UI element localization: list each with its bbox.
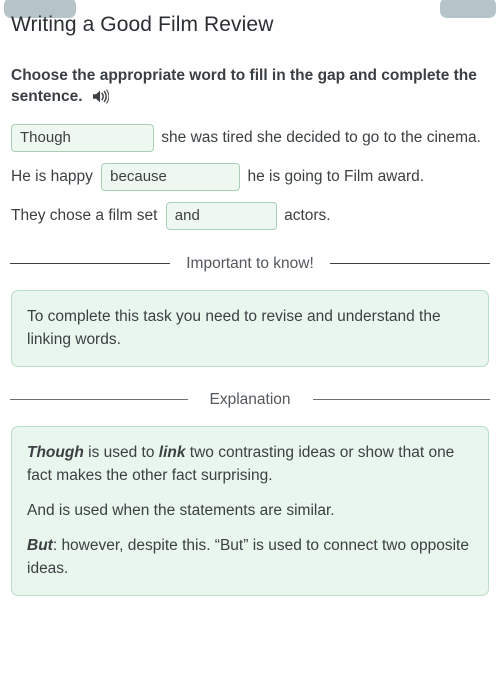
sentence-2-after: he is going to Film award. [243,168,425,185]
gap-fill-sentences: she was tired she decided to go to the c… [9,123,491,231]
lesson-page: Writing a Good Film Review Choose the ap… [0,12,500,596]
sentence-1: she was tired she decided to go to the c… [11,123,489,153]
instruction-text: Choose the appropriate word to fill in t… [11,67,477,105]
divider-rule-right [329,263,491,264]
sentence-3: They chose a film set actors. [11,201,489,231]
explanation-lead-1: Though [27,444,84,461]
explanation-divider-caption: Explanation [209,391,291,408]
explanation-rest-a-1: is used to [83,444,159,461]
explanation-lead-3: But [27,537,53,554]
explanation-paragraph-1: Though is used to link two contrasting i… [27,441,473,487]
explanation-rest-a-2: And is used when the statements are simi… [27,502,335,519]
explanation-rule-left [10,399,188,400]
explanation-rest-a-3: : however, despite this. “But” is used t… [27,537,469,577]
important-divider-caption: Important to know! [186,255,314,272]
sentence-3-after: actors. [279,207,331,224]
divider-rule-left [10,263,171,264]
explanation-callout: Though is used to link two contrasting i… [11,426,489,596]
important-callout-text: To complete this task you need to revise… [27,308,441,348]
gap-input-3[interactable] [165,201,277,230]
explanation-paragraph-3: But: however, despite this. “But” is use… [27,534,473,580]
explanation-divider: Explanation [9,389,491,410]
sentence-2: He is happy he is going to Film award. [11,162,489,192]
important-divider: Important to know! [9,253,491,274]
explanation-emph-1: link [158,444,186,461]
instruction-block: Choose the appropriate word to fill in t… [11,65,479,107]
gap-input-1[interactable] [11,123,154,152]
explanation-rule-right [312,399,491,400]
page-title: Writing a Good Film Review [11,13,274,36]
sentence-3-before: They chose a film set [11,207,162,224]
sentence-1-after: she was tired she decided to go to the c… [157,129,481,146]
important-callout: To complete this task you need to revise… [11,290,489,367]
sentence-2-before: He is happy [11,168,98,185]
speaker-icon[interactable] [92,89,109,104]
explanation-paragraph-2: And is used when the statements are simi… [27,499,473,522]
gap-input-2[interactable] [101,162,241,191]
